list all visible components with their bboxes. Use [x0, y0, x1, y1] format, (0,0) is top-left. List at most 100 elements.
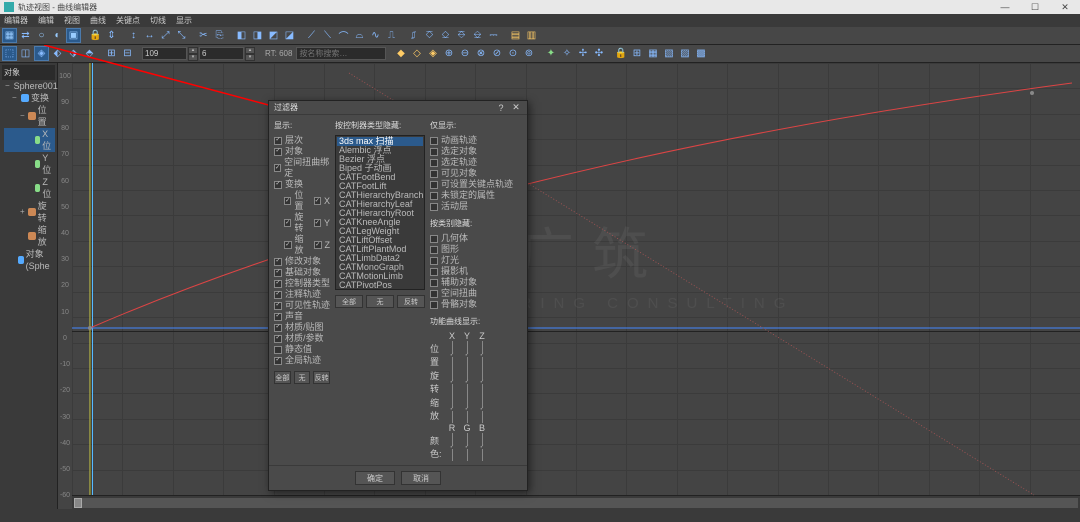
tree-node[interactable]: Z 位	[4, 176, 55, 200]
dialog-titlebar[interactable]: 过滤器 ? ✕	[269, 101, 527, 115]
checkbox-row[interactable]: 修改对象	[274, 256, 330, 267]
tool-button[interactable]: ⊘	[489, 46, 504, 61]
tool-button[interactable]: ▨	[677, 46, 692, 61]
mode-button[interactable]: ⬚	[2, 46, 17, 61]
tree-node[interactable]: −位置	[4, 104, 55, 128]
tangent-icon[interactable]: ∿	[368, 28, 383, 43]
menu-item[interactable]: 视图	[64, 15, 80, 26]
timeline-track[interactable]	[74, 498, 1078, 508]
checkbox-row[interactable]: 材质/参数	[274, 333, 330, 344]
tool-button[interactable]: ○	[34, 28, 49, 43]
tree-node[interactable]: −变换	[4, 92, 55, 104]
checkbox-row[interactable]: 空间扭曲绑定	[274, 157, 330, 179]
checkbox-row[interactable]: 几何体	[430, 233, 522, 244]
tree-node[interactable]: X 位	[4, 128, 55, 152]
curve-icon[interactable]: ⎓	[486, 28, 501, 43]
lock-icon[interactable]: 🔒	[613, 46, 628, 61]
checkbox-row[interactable]: 选定对象	[430, 146, 522, 157]
invert-button[interactable]: 反转	[397, 295, 425, 308]
tool-button[interactable]: ▩	[693, 46, 708, 61]
checkbox-row[interactable]: 动画轨迹	[430, 135, 522, 146]
ok-button[interactable]: 确定	[355, 471, 395, 485]
timeline[interactable]	[72, 495, 1080, 509]
curve-icon[interactable]: ⎏	[422, 28, 437, 43]
tool-button[interactable]: ⊙	[505, 46, 520, 61]
tool-button[interactable]: ▦	[645, 46, 660, 61]
checkbox-row[interactable]: 可设置关键点轨迹	[430, 179, 522, 190]
tool-button[interactable]: ✦	[543, 46, 558, 61]
checkbox-row[interactable]: 摄影机	[430, 266, 522, 277]
spinner-control[interactable]: ▴▾	[245, 47, 255, 60]
spinner-input[interactable]	[199, 47, 244, 60]
tangent-icon[interactable]: ⌓	[352, 28, 367, 43]
tool-button[interactable]: ◪	[282, 28, 297, 43]
tool-button[interactable]: ⤡	[174, 28, 189, 43]
tool-button[interactable]: ⊕	[441, 46, 456, 61]
checkbox-row[interactable]: 辅助对象	[430, 277, 522, 288]
controller-listbox[interactable]: 3ds max 扫描Alembic 浮点Bezier 浮点Biped 子动画CA…	[335, 135, 425, 290]
timeline-handle[interactable]	[74, 498, 82, 508]
checkbox-row[interactable]: 缩放 Z	[274, 234, 330, 256]
tool-button[interactable]: ✧	[559, 46, 574, 61]
curve-graph[interactable]: 1009080706050403020100-10-20-30-40-50-60	[58, 63, 1080, 509]
spinner-input[interactable]	[142, 47, 187, 60]
menu-item[interactable]: 关键点	[116, 15, 140, 26]
tool-button[interactable]: ◨	[250, 28, 265, 43]
tool-button[interactable]: ▤	[508, 28, 523, 43]
none-button[interactable]: 无	[294, 371, 311, 384]
checkbox-row[interactable]: 骨骼对象	[430, 299, 522, 310]
menu-item[interactable]: 切线	[150, 15, 166, 26]
checkbox-row[interactable]: 旋转 Y	[274, 212, 330, 234]
menu-item[interactable]: 曲线	[90, 15, 106, 26]
lock-icon[interactable]: 🔒	[88, 28, 103, 43]
mode-button[interactable]: ◫	[18, 46, 33, 61]
plot-area[interactable]	[72, 63, 1080, 495]
tool-button[interactable]: ▧	[661, 46, 676, 61]
mode-button[interactable]: ⬗	[66, 46, 81, 61]
curve-icon[interactable]: ⎐	[438, 28, 453, 43]
checkbox-row[interactable]: 可见对象	[430, 168, 522, 179]
checkbox-row[interactable]: 选定轨迹	[430, 157, 522, 168]
checkbox-row[interactable]: 空间扭曲	[430, 288, 522, 299]
tool-button[interactable]: ⊞	[629, 46, 644, 61]
invert-button[interactable]: 反转	[313, 371, 330, 384]
mode-button[interactable]: ⬖	[50, 46, 65, 61]
tangent-icon[interactable]: ⌒	[336, 28, 351, 43]
tool-button[interactable]: ▦	[2, 28, 17, 43]
tool-button[interactable]: ⊞	[104, 46, 119, 61]
curve-icon[interactable]: ⎒	[470, 28, 485, 43]
tool-button[interactable]: ⊖	[457, 46, 472, 61]
key-icon[interactable]: ◆	[393, 46, 408, 61]
key-icon[interactable]: ◈	[425, 46, 440, 61]
checkbox-row[interactable]: 静态值	[274, 344, 330, 355]
tool-button[interactable]: ⇄	[18, 28, 33, 43]
tool-button[interactable]: ⤢	[158, 28, 173, 43]
checkbox-row[interactable]: 控制器类型	[274, 278, 330, 289]
checkbox-row[interactable]: 灯光	[430, 255, 522, 266]
checkbox-row[interactable]: 全局轨迹	[274, 355, 330, 366]
mode-button[interactable]: ⬘	[82, 46, 97, 61]
none-button[interactable]: 无	[366, 295, 394, 308]
checkbox-row[interactable]: 可见性轨迹	[274, 300, 330, 311]
checkbox-row[interactable]: 图形	[430, 244, 522, 255]
tangent-icon[interactable]: ⎍	[384, 28, 399, 43]
tool-button[interactable]: ◧	[234, 28, 249, 43]
checkbox-row[interactable]: 变换	[274, 179, 330, 190]
cancel-button[interactable]: 取消	[401, 471, 441, 485]
checkbox-row[interactable]: 层次	[274, 135, 330, 146]
tool-button[interactable]: ▣	[66, 28, 81, 43]
spinner-control[interactable]: ▴▾	[188, 47, 198, 60]
checkbox-row[interactable]: 对象	[274, 146, 330, 157]
hierarchy-tree[interactable]: −Sphere001−变换−位置X 位Y 位Z 位+旋转缩放对象 (Sphe	[2, 80, 55, 272]
menu-item[interactable]: 编辑	[38, 15, 54, 26]
tool-button[interactable]: ⊗	[473, 46, 488, 61]
menu-item[interactable]: 显示	[176, 15, 192, 26]
tree-node[interactable]: 对象 (Sphe	[4, 248, 55, 272]
all-button[interactable]: 全部	[335, 295, 363, 308]
maximize-button[interactable]: ☐	[1020, 0, 1050, 14]
checkbox-row[interactable]: 注释轨迹	[274, 289, 330, 300]
tool-button[interactable]: ⊟	[120, 46, 135, 61]
tool-button[interactable]: ✣	[591, 46, 606, 61]
tool-button[interactable]: ◐	[50, 28, 65, 43]
search-input[interactable]	[296, 47, 386, 60]
